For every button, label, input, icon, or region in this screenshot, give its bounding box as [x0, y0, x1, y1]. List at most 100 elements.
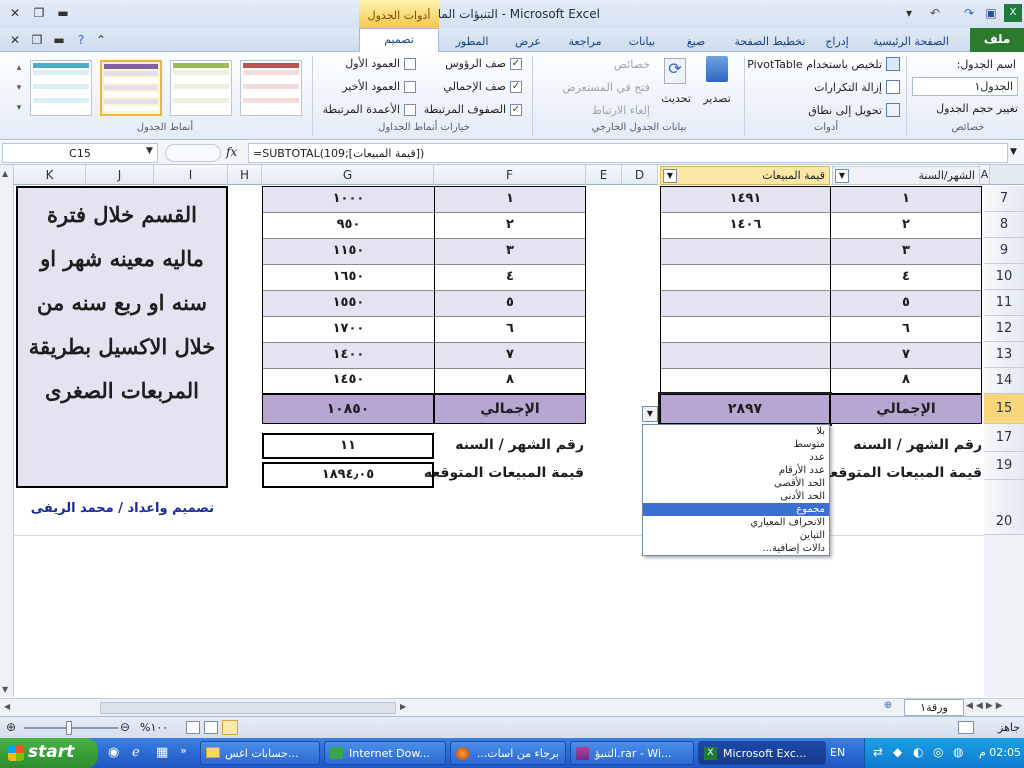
- clock[interactable]: 02:05 م: [971, 746, 1021, 759]
- undo-icon[interactable]: ↶: [926, 4, 944, 22]
- tab-view[interactable]: عرض: [508, 32, 548, 52]
- month-year-input[interactable]: ١١: [262, 433, 434, 459]
- right-sales-cell[interactable]: ١٠٠٠: [263, 187, 435, 213]
- row-header-9[interactable]: 9: [984, 238, 1024, 264]
- right-month-cell[interactable]: ٢: [435, 213, 585, 239]
- right-sales-cell[interactable]: ١٥٥٠: [263, 291, 435, 317]
- left-sales-cell[interactable]: [661, 291, 831, 317]
- workbook-minimize-icon[interactable]: ▬: [50, 31, 68, 49]
- table-name-input[interactable]: الجدول١: [912, 77, 1018, 96]
- insert-sheet-icon[interactable]: ⊕: [876, 700, 900, 716]
- column-header-k[interactable]: K: [14, 165, 86, 185]
- restore-icon[interactable]: ❐: [30, 4, 48, 22]
- security-icon[interactable]: ◍: [953, 745, 963, 759]
- minimize-icon[interactable]: ▬: [54, 4, 72, 22]
- open-in-browser-button[interactable]: فتح في المستعرض: [520, 81, 650, 94]
- banded-rows-checkbox[interactable]: ✓: [510, 104, 522, 116]
- dd-option-max[interactable]: الحد الأقصى: [643, 477, 829, 490]
- filter-dropdown-icon[interactable]: ▼: [835, 169, 849, 183]
- right-sales-cell[interactable]: ١٤٥٠: [263, 369, 435, 393]
- redo-icon[interactable]: ↷: [960, 4, 978, 22]
- workbook-restore-icon[interactable]: ❐: [28, 31, 46, 49]
- volume-icon[interactable]: ◐: [913, 745, 923, 759]
- right-sales-cell[interactable]: ١٧٠٠: [263, 317, 435, 343]
- resize-table-button[interactable]: تغيير حجم الجدول: [910, 102, 1018, 115]
- left-sales-cell[interactable]: [661, 369, 831, 393]
- select-all-corner[interactable]: [990, 165, 1024, 185]
- name-box[interactable]: C15: [2, 143, 158, 163]
- right-sales-cell[interactable]: ١٤٠٠: [263, 343, 435, 369]
- column-header-g[interactable]: G: [262, 165, 434, 185]
- column-header-h[interactable]: H: [228, 165, 262, 185]
- empty-sheet-area[interactable]: [14, 535, 984, 697]
- update-icon[interactable]: ◎: [933, 745, 943, 759]
- media-quick-icon[interactable]: ▦: [156, 745, 168, 760]
- left-month-cell[interactable]: ٤: [831, 265, 981, 291]
- right-sales-cell[interactable]: ١٦٥٠: [263, 265, 435, 291]
- column-header-j[interactable]: J: [86, 165, 154, 185]
- dd-option-average[interactable]: متوسط: [643, 438, 829, 451]
- row-header-13[interactable]: 13: [984, 342, 1024, 368]
- taskbar-item-excel[interactable]: Microsoft Exc...: [698, 741, 826, 765]
- column-header-f[interactable]: F: [434, 165, 586, 185]
- row-header-17[interactable]: 17: [984, 424, 1024, 452]
- table-style-swatch-purple-selected[interactable]: [100, 60, 162, 116]
- dd-option-count-numbers[interactable]: عدد الأرقام: [643, 464, 829, 477]
- column-header-a[interactable]: A: [980, 165, 990, 185]
- remove-duplicates-button[interactable]: إزالة التكرارات: [780, 81, 882, 94]
- right-month-cell[interactable]: ٨: [435, 369, 585, 393]
- tab-design[interactable]: تصميم: [359, 28, 439, 53]
- row-header-12[interactable]: 12: [984, 316, 1024, 342]
- row-header-19[interactable]: 19: [984, 452, 1024, 480]
- network-icon[interactable]: ⇄: [873, 745, 883, 759]
- description-textbox[interactable]: القسم خلال فترة ماليه معينه شهر او سنه ا…: [16, 186, 228, 488]
- total-dropdown-icon[interactable]: ▼: [642, 406, 658, 422]
- scroll-right-icon[interactable]: ▶: [400, 702, 406, 711]
- total-function-dropdown[interactable]: بلا متوسط عدد عدد الأرقام الحد الأقصى ال…: [642, 424, 830, 556]
- dd-option-none[interactable]: بلا: [643, 425, 829, 438]
- macro-record-icon[interactable]: [958, 721, 974, 734]
- row-header-11[interactable]: 11: [984, 290, 1024, 316]
- left-month-cell[interactable]: ٣: [831, 239, 981, 265]
- dd-option-more-functions[interactable]: دالات إضافية...: [643, 542, 829, 555]
- scroll-up-icon[interactable]: ▲: [2, 169, 8, 178]
- scroll-left-icon[interactable]: ◀: [4, 702, 10, 711]
- formula-input[interactable]: =SUBTOTAL(109;[قيمة المبيعات]): [248, 143, 1008, 163]
- unlink-button[interactable]: إلغاء الارتباط: [560, 104, 650, 117]
- collapse-ribbon-icon[interactable]: ⌃: [92, 31, 110, 49]
- header-row-checkbox[interactable]: ✓: [510, 58, 522, 70]
- right-month-cell[interactable]: ٦: [435, 317, 585, 343]
- more-quick-launch-icon[interactable]: »: [180, 744, 187, 757]
- table-style-swatch-green[interactable]: [170, 60, 232, 116]
- tab-page-layout[interactable]: تخطيط الصفحة: [730, 32, 810, 52]
- left-total-label-cell[interactable]: الإجمالي: [830, 394, 982, 424]
- page-break-view-icon[interactable]: [186, 721, 200, 734]
- left-month-cell[interactable]: ١: [831, 187, 981, 213]
- right-month-cell[interactable]: ٣: [435, 239, 585, 265]
- dd-option-stddev[interactable]: الانحراف المعياري: [643, 516, 829, 529]
- name-box-dropdown-icon[interactable]: ▼: [146, 146, 153, 156]
- right-month-cell[interactable]: ٧: [435, 343, 585, 369]
- customize-qat-icon[interactable]: ▾: [900, 4, 918, 22]
- table-header-month[interactable]: الشهر/السنة ▼: [832, 166, 980, 185]
- right-month-cell[interactable]: ٤: [435, 265, 585, 291]
- column-header-i[interactable]: I: [154, 165, 228, 185]
- tab-formulas[interactable]: صيغ: [676, 32, 716, 52]
- left-sales-cell[interactable]: ١٤٩١: [661, 187, 831, 213]
- close-icon[interactable]: ✕: [6, 4, 24, 22]
- left-sales-cell[interactable]: [661, 317, 831, 343]
- filter-dropdown-icon[interactable]: ▼: [663, 169, 677, 183]
- expected-sales-output[interactable]: ١٨٩٤٫٠٥: [262, 462, 434, 488]
- left-total-value-cell[interactable]: ٢٨٩٧: [658, 392, 832, 426]
- expand-formula-icon[interactable]: ▼: [1010, 147, 1017, 157]
- dd-option-sum[interactable]: مجموع: [643, 503, 829, 516]
- worksheet[interactable]: ▲ ▼ K J I H G F E D قيمة المبيعات ▼ الشه…: [0, 165, 1024, 697]
- row-header-7[interactable]: 7: [984, 186, 1024, 212]
- right-month-cell[interactable]: ١: [435, 187, 585, 213]
- table-style-swatch-red[interactable]: [240, 60, 302, 116]
- zoom-slider-thumb[interactable]: [66, 721, 72, 735]
- dd-option-variance[interactable]: التباين: [643, 529, 829, 542]
- right-month-cell[interactable]: ٥: [435, 291, 585, 317]
- row-header-8[interactable]: 8: [984, 212, 1024, 238]
- normal-view-icon[interactable]: [222, 720, 238, 735]
